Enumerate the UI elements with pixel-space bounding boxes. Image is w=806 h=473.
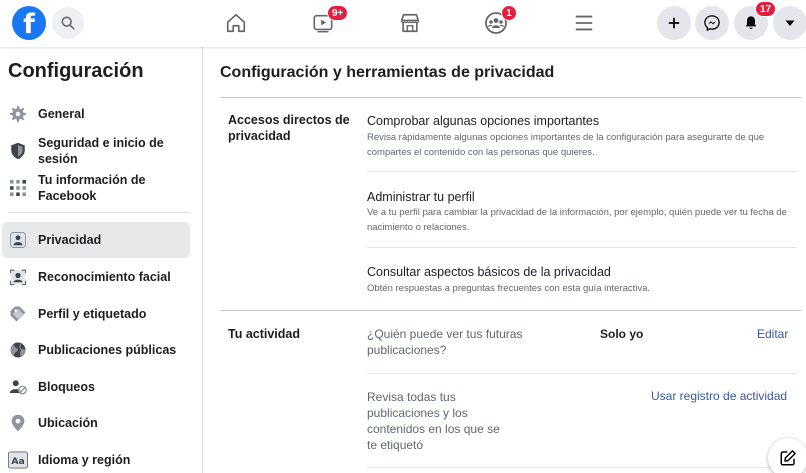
sidebar-item-label: Privacidad xyxy=(38,233,102,247)
watch-badge: 9+ xyxy=(327,5,349,21)
marketplace-tab[interactable] xyxy=(396,9,424,37)
sidebar-item-label: Seguridad e inicio de sesión xyxy=(38,136,164,166)
activity-section-label: Tu actividad xyxy=(228,327,301,341)
sidebar-item-label: Idioma y región xyxy=(38,453,131,467)
create-button[interactable] xyxy=(657,6,691,40)
language-icon: Aa xyxy=(8,450,28,470)
sidebar-item-location[interactable]: Ubicación xyxy=(2,411,190,435)
sidebar-item-profile-tagging[interactable]: Perfil y etiquetado xyxy=(2,302,190,326)
sidebar-item-your-information[interactable]: Tu información de Facebook xyxy=(2,171,190,205)
title-divider xyxy=(220,97,802,98)
facebook-logo[interactable]: f xyxy=(12,6,46,40)
future-posts-audience: Solo yo xyxy=(600,327,644,341)
settings-sidebar: Configuración General Seguridad e inicio… xyxy=(0,47,203,473)
page-title: Configuración y herramientas de privacid… xyxy=(220,64,555,81)
sidebar-item-label: Reconocimiento facial xyxy=(38,270,171,284)
sidebar-item-label: Publicaciones públicas xyxy=(38,343,177,357)
sidebar-divider xyxy=(8,212,190,213)
row-divider xyxy=(367,171,797,172)
sidebar-item-general[interactable]: General xyxy=(2,103,190,125)
sidebar-item-label: Perfil y etiquetado xyxy=(38,307,147,321)
sidebar-title: Configuración xyxy=(8,60,144,82)
menu-tab[interactable] xyxy=(570,9,598,37)
location-pin-icon xyxy=(8,413,28,433)
grid-icon xyxy=(8,178,28,198)
sidebar-item-privacy[interactable]: Privacidad xyxy=(2,222,190,258)
messenger-icon xyxy=(704,15,720,32)
search-icon xyxy=(61,16,75,30)
row-divider xyxy=(367,373,797,374)
store-icon xyxy=(400,13,420,33)
svg-text:Aa: Aa xyxy=(11,456,24,467)
face-scan-icon xyxy=(8,267,28,287)
shortcut-description: Obtén respuestas a preguntas frecuentes … xyxy=(367,283,651,294)
sidebar-item-label: General xyxy=(38,107,85,121)
bell-icon xyxy=(745,16,757,29)
plus-icon xyxy=(668,17,680,29)
tag-icon xyxy=(8,304,28,324)
sidebar-item-label: Tu información de Facebook xyxy=(38,173,146,203)
shortcut-title: Comprobar algunas opciones importantes xyxy=(367,114,600,128)
sidebar-item-face-recognition[interactable]: Reconocimiento facial xyxy=(2,265,190,289)
gear-icon xyxy=(8,104,28,124)
home-icon xyxy=(226,13,246,33)
search-button[interactable] xyxy=(52,7,84,39)
notifications-badge: 17 xyxy=(755,1,777,17)
sidebar-item-security[interactable]: Seguridad e inicio de sesión xyxy=(2,134,190,168)
caret-down-icon xyxy=(785,20,795,26)
privacy-settings-panel: Configuración y herramientas de privacid… xyxy=(204,47,806,473)
new-message-button[interactable] xyxy=(768,438,806,473)
section-divider xyxy=(220,310,802,311)
home-tab[interactable] xyxy=(222,9,250,37)
block-user-icon xyxy=(8,377,28,397)
account-menu-button[interactable] xyxy=(773,6,806,40)
sidebar-item-blocking[interactable]: Bloqueos xyxy=(2,375,190,399)
activity-log-link[interactable]: Usar registro de actividad xyxy=(651,389,787,403)
row-divider xyxy=(367,247,797,248)
sidebar-item-label: Ubicación xyxy=(38,416,98,430)
sidebar-item-public-posts[interactable]: Publicaciones públicas xyxy=(2,338,190,362)
sidebar-item-language-region[interactable]: Aa Idioma y región xyxy=(2,448,190,472)
edit-future-posts-link[interactable]: Editar xyxy=(757,327,788,341)
hamburger-menu-icon xyxy=(575,15,593,31)
shield-icon xyxy=(8,141,28,161)
sidebar-item-label: Bloqueos xyxy=(38,380,95,394)
globe-icon xyxy=(8,340,28,360)
groups-badge: 1 xyxy=(501,5,517,21)
shortcut-description: Ve a tu perfil para cambiar la privacida… xyxy=(367,207,787,233)
shortcut-description: Revisa rápidamente algunas opciones impo… xyxy=(367,132,765,158)
shortcuts-section-label: Accesos directos de privacidad xyxy=(228,113,350,143)
compose-icon xyxy=(780,450,796,466)
review-posts-text: Revisa todas tus publicaciones y los con… xyxy=(367,390,500,452)
top-navigation-bar: f 9+ 1 17 xyxy=(0,0,806,47)
row-divider xyxy=(367,467,797,468)
shortcut-title: Administrar tu perfil xyxy=(367,190,475,204)
future-posts-question: ¿Quién puede ver tus futuras publicacion… xyxy=(367,327,523,357)
lock-person-icon xyxy=(8,230,28,250)
messenger-button[interactable] xyxy=(695,6,729,40)
shortcut-title: Consultar aspectos básicos de la privaci… xyxy=(367,265,611,279)
